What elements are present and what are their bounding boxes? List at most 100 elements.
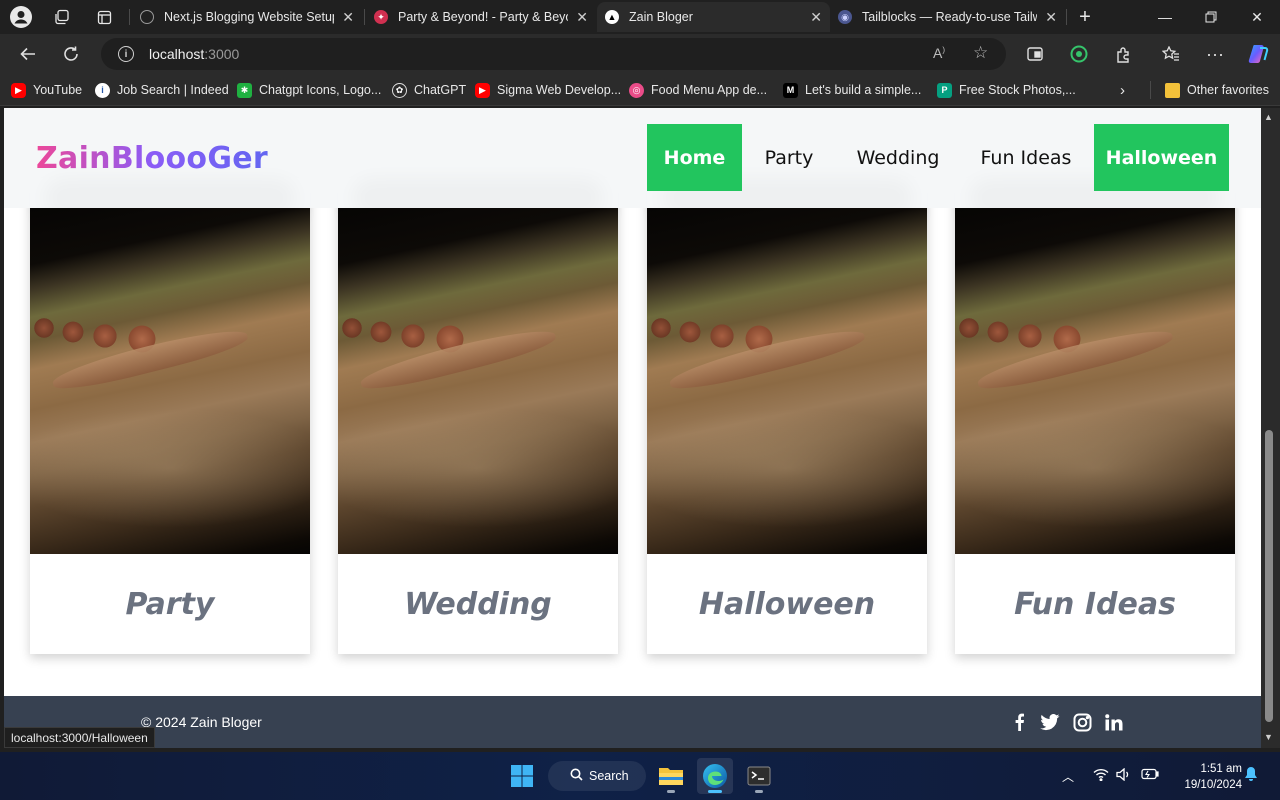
scroll-down-arrow-icon[interactable]: ▼ [1264, 732, 1273, 742]
nav-wedding[interactable]: Wedding [844, 124, 952, 191]
chatgpt-icon: ✿ [392, 82, 407, 98]
category-card-fun-ideas[interactable]: Fun Ideas [955, 178, 1235, 654]
battery-icon[interactable] [1141, 768, 1159, 783]
tab-title: Next.js Blogging Website Setup [164, 10, 335, 24]
profile-icon[interactable] [9, 5, 33, 29]
scroll-up-arrow-icon[interactable]: ▲ [1264, 112, 1273, 122]
close-tab-icon[interactable]: ✕ [342, 9, 354, 26]
start-windows-icon[interactable] [504, 758, 540, 794]
category-card-wedding[interactable]: Wedding [338, 178, 618, 654]
page-scrollbar[interactable]: ▲ ▼ [1261, 108, 1280, 748]
restore-icon[interactable] [1188, 0, 1234, 34]
card-image [955, 208, 1235, 554]
nav-party[interactable]: Party [749, 124, 829, 191]
status-link-preview: localhost:3000/Halloween [4, 727, 155, 748]
tab-party-beyond[interactable]: ✦ Party & Beyond! - Party & Beyon ✕ [366, 2, 596, 32]
footer-copyright: © 2024 Zain Bloger [141, 714, 262, 730]
nav-halloween[interactable]: Halloween [1094, 124, 1229, 191]
favorite-medium[interactable]: M Let's build a simple... [783, 81, 921, 99]
linkedin-icon[interactable] [1103, 711, 1125, 733]
browser-toolbar: i localhost:3000 A) ☆ ··· [0, 34, 1280, 74]
extension-green-icon[interactable] [1065, 40, 1093, 68]
refresh-icon[interactable] [57, 40, 85, 68]
tab-title: Zain Bloger [629, 10, 693, 24]
category-card-party[interactable]: Party [30, 178, 310, 654]
taskbar-clock[interactable]: 1:51 am 19/10/2024 [1168, 761, 1242, 793]
favorites-divider [1150, 81, 1151, 99]
new-tab-icon[interactable]: + [1073, 5, 1097, 29]
volume-icon[interactable] [1116, 767, 1132, 784]
card-title: Halloween [698, 586, 876, 622]
icons8-icon: ✱ [237, 82, 252, 98]
card-image [647, 208, 927, 554]
favorite-star-icon[interactable]: ☆ [973, 43, 988, 63]
nav-home[interactable]: Home [647, 124, 742, 191]
site-footer: © 2024 Zain Bloger [4, 696, 1261, 748]
instagram-icon[interactable] [1071, 711, 1093, 733]
favorite-chatgpt-icons[interactable]: ✱ Chatgpt Icons, Logo... [237, 81, 381, 99]
tab-zain-bloger[interactable]: ▲ Zain Bloger ✕ [597, 2, 830, 32]
favorite-free-stock[interactable]: P Free Stock Photos,... [937, 81, 1076, 99]
workspaces-icon[interactable] [50, 5, 74, 29]
more-menu-icon[interactable]: ··· [1201, 40, 1229, 68]
tab-tailblocks[interactable]: ◉ Tailblocks — Ready-to-use Tailwi ✕ [830, 2, 1065, 32]
copilot-icon[interactable] [1244, 40, 1272, 68]
card-title: Wedding [404, 586, 552, 622]
show-hidden-icons-chevron-icon[interactable]: ︿ [1062, 768, 1074, 785]
favorite-food-menu[interactable]: ◎ Food Menu App de... [629, 81, 767, 99]
taskbar-search[interactable]: Search [548, 761, 646, 791]
youtube-icon: ▶ [11, 82, 26, 98]
party-favicon-icon: ✦ [374, 10, 388, 24]
site-info-icon[interactable]: i [118, 46, 134, 62]
nav-fun-ideas[interactable]: Fun Ideas [970, 124, 1082, 191]
split-screen-icon[interactable] [1021, 40, 1049, 68]
category-card-halloween[interactable]: Halloween [647, 178, 927, 654]
nextjs-favicon-icon: ▲ [605, 10, 619, 24]
favorites-overflow-chevron-icon[interactable]: › [1120, 81, 1125, 99]
favorite-sigma[interactable]: ▶ Sigma Web Develop... [475, 81, 621, 99]
page-viewport: Party Wedding Halloween Fun Ideas ZainBl… [4, 108, 1261, 748]
card-image [30, 208, 310, 554]
close-window-icon[interactable]: ✕ [1234, 0, 1280, 34]
favorite-chatgpt[interactable]: ✿ ChatGPT [392, 81, 466, 99]
card-title: Fun Ideas [1014, 586, 1176, 622]
close-tab-icon[interactable]: ✕ [1045, 9, 1057, 26]
folder-icon [1165, 82, 1180, 98]
tab-title: Party & Beyond! - Party & Beyon [398, 10, 569, 24]
tab-nextjs[interactable]: Next.js Blogging Website Setup ✕ [132, 2, 362, 32]
site-logo[interactable]: ZainBloooGer [36, 141, 268, 176]
favorite-indeed[interactable]: i Job Search | Indeed [95, 81, 229, 99]
notifications-bell-icon[interactable] [1244, 766, 1258, 785]
address-url: localhost:3000 [149, 46, 240, 62]
scrollbar-thumb[interactable] [1265, 430, 1273, 722]
back-icon[interactable] [14, 40, 42, 68]
other-favorites[interactable]: Other favorites [1165, 81, 1269, 99]
tailblocks-favicon-icon: ◉ [838, 10, 852, 24]
favorites-icon[interactable] [1157, 40, 1185, 68]
read-aloud-icon[interactable]: A) [933, 45, 945, 61]
tab-strip: Next.js Blogging Website Setup ✕ ✦ Party… [0, 0, 1280, 34]
tab-actions-icon[interactable] [92, 5, 116, 29]
facebook-icon[interactable] [1008, 711, 1030, 733]
card-title: Party [125, 586, 215, 622]
site-navbar: ZainBloooGer Home Party Wedding Fun Idea… [4, 108, 1261, 208]
favorites-bar: ▶ YouTube i Job Search | Indeed ✱ Chatgp… [0, 74, 1280, 106]
youtube-icon: ▶ [475, 82, 490, 98]
twitter-icon[interactable] [1039, 711, 1061, 733]
terminal-icon[interactable] [741, 758, 777, 794]
address-bar[interactable]: i localhost:3000 A) ☆ [101, 38, 1006, 70]
close-tab-icon[interactable]: ✕ [576, 9, 588, 26]
extensions-icon[interactable] [1109, 40, 1137, 68]
clock-date: 19/10/2024 [1184, 779, 1242, 791]
minimize-icon[interactable]: — [1142, 0, 1188, 34]
card-image [338, 208, 618, 554]
file-explorer-icon[interactable] [653, 758, 689, 794]
globe-icon [140, 10, 154, 24]
search-icon [570, 768, 583, 784]
windows-taskbar: Search ︿ 1:51 am 19/10/2024 [0, 752, 1280, 800]
edge-browser-icon[interactable] [697, 758, 733, 794]
medium-icon: M [783, 82, 798, 98]
favorite-youtube[interactable]: ▶ YouTube [11, 81, 82, 99]
wifi-icon[interactable] [1093, 768, 1109, 784]
close-tab-icon[interactable]: ✕ [810, 9, 822, 26]
